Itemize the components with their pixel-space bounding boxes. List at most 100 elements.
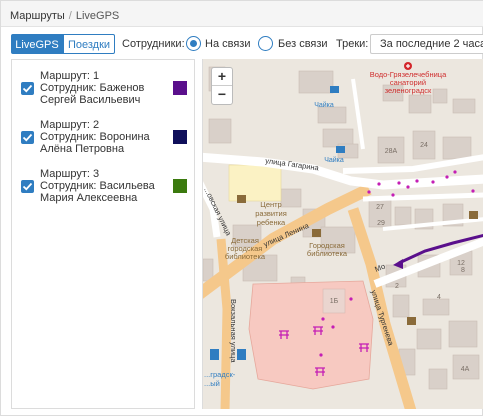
vokzalnaya-street	[216, 238, 232, 409]
house-number: 8	[461, 267, 465, 274]
road	[351, 78, 365, 150]
route-2-checkbox[interactable]	[21, 131, 34, 144]
track-point	[391, 193, 395, 197]
route-1-employee-name: Сергей Васильевич	[40, 94, 141, 106]
track-point	[377, 182, 381, 186]
track-point	[349, 297, 353, 301]
map-canvas[interactable]: Водо-Грязелечебница санаторий зеленоград…	[203, 59, 483, 409]
route-2-text: Маршрут: 2 Сотрудник: Воронина Алёна Пет…	[40, 119, 150, 155]
building	[394, 206, 412, 226]
library-label: библиотека	[307, 249, 348, 258]
filter-toolbar: LiveGPS Поездки Сотрудники: На связи Без…	[1, 34, 483, 56]
tab-trips[interactable]: Поездки	[63, 34, 115, 54]
offline-radio[interactable]	[258, 36, 273, 51]
child-center-label: ребенка	[257, 218, 286, 227]
zoom-out-button[interactable]: −	[212, 86, 232, 104]
building	[416, 328, 442, 350]
track-point	[321, 317, 325, 321]
building	[452, 98, 476, 114]
check-icon	[22, 133, 33, 142]
app-frame: Маршруты / LiveGPS LiveGPS Поездки Сотрудн…	[0, 0, 483, 416]
route-3-checkbox[interactable]	[21, 180, 34, 193]
house-number: 27	[376, 204, 384, 211]
route-1-employee: Сотрудник: Баженов	[40, 82, 145, 94]
tracks-label: Треки:	[336, 38, 369, 50]
route-3-number: Маршрут: 3	[40, 168, 100, 180]
route-2-employee-name: Алёна Петровна	[40, 143, 125, 155]
hotel-icon	[336, 146, 345, 153]
child-center-area	[228, 164, 282, 202]
track-point	[319, 353, 323, 357]
library-icon	[312, 229, 321, 237]
building	[392, 294, 410, 318]
track-point	[431, 180, 435, 184]
route-item-3[interactable]: Маршрут: 3 Сотрудник: Васильева Мария Ал…	[21, 168, 191, 208]
track-point	[415, 179, 419, 183]
poi-chaika-label: Чайка	[324, 156, 344, 164]
house-number: 24	[420, 142, 428, 149]
route-2-color-swatch	[173, 130, 187, 144]
house-number: 2	[395, 283, 399, 290]
building	[298, 70, 334, 94]
tracks-period-select[interactable]: За последние 2 часа	[370, 34, 483, 54]
routes-panel: Маршрут: 1 Сотрудник: Баженов Сергей Вас…	[11, 59, 195, 409]
route-1-checkbox[interactable]	[21, 82, 34, 95]
hospital-area	[248, 280, 374, 390]
route-item-2[interactable]: Маршрут: 2 Сотрудник: Воронина Алёна Пет…	[21, 119, 191, 159]
building	[317, 106, 347, 124]
station-label: ...ый	[204, 379, 220, 388]
poi-chaika-label: Чайка	[314, 101, 334, 109]
route-3-employee: Сотрудник: Васильева	[40, 180, 155, 192]
building	[432, 88, 448, 104]
breadcrumb-routes-link[interactable]: Маршруты	[10, 10, 65, 22]
track-point	[331, 325, 335, 329]
bus-stop-icon	[210, 349, 219, 360]
station-label: ...градск-	[204, 370, 236, 379]
house-number: 4	[437, 294, 441, 301]
route-3-employee-name: Мария Алексеевна	[40, 192, 138, 204]
zoom-in-button[interactable]: +	[212, 68, 232, 86]
building	[448, 320, 478, 348]
track-point	[453, 170, 457, 174]
building	[280, 188, 302, 208]
track-point	[397, 181, 401, 185]
breadcrumb-separator: /	[68, 10, 72, 22]
library-icon	[469, 211, 478, 219]
online-label[interactable]: На связи	[205, 38, 250, 50]
route-1-number: Маршрут: 1	[40, 70, 100, 82]
breadcrumb-current: LiveGPS	[75, 10, 120, 22]
tab-livegps[interactable]: LiveGPS	[11, 34, 63, 54]
library-icon	[407, 317, 416, 325]
zoom-control: + −	[211, 67, 233, 105]
route-2-employee: Сотрудник: Воронина	[40, 131, 150, 143]
offline-label[interactable]: Без связи	[278, 38, 328, 50]
building	[428, 368, 448, 390]
building	[208, 118, 232, 144]
library-icon	[237, 195, 246, 203]
route-1-color-swatch	[173, 81, 187, 95]
breadcrumb: Маршруты / LiveGPS	[1, 1, 483, 27]
house-number: 29	[377, 220, 385, 227]
route-2-number: Маршрут: 2	[40, 119, 100, 131]
vokzalnaya-street-label: Вокзальная улица	[229, 299, 238, 363]
online-radio[interactable]	[186, 36, 201, 51]
map-view[interactable]: Водо-Грязелечебница санаторий зеленоград…	[202, 59, 483, 409]
route-3-text: Маршрут: 3 Сотрудник: Васильева Мария Ал…	[40, 168, 155, 204]
house-number: 12	[457, 260, 465, 267]
child-center-label: Центр	[260, 200, 281, 209]
child-center-label: развития	[255, 209, 287, 218]
building	[422, 298, 450, 316]
check-icon	[22, 84, 33, 93]
road	[362, 192, 483, 202]
check-icon	[22, 182, 33, 191]
hotel-icon	[330, 86, 339, 93]
house-number: 28А	[385, 148, 398, 155]
route-1-text: Маршрут: 1 Сотрудник: Баженов Сергей Вас…	[40, 70, 144, 106]
poi-zelenograd-label: зеленоградск	[385, 86, 432, 95]
track-point	[406, 185, 410, 189]
track-point	[471, 189, 475, 193]
route-3-color-swatch	[173, 179, 187, 193]
building	[408, 94, 432, 114]
route-item-1[interactable]: Маршрут: 1 Сотрудник: Баженов Сергей Вас…	[21, 70, 191, 110]
building	[442, 136, 472, 160]
